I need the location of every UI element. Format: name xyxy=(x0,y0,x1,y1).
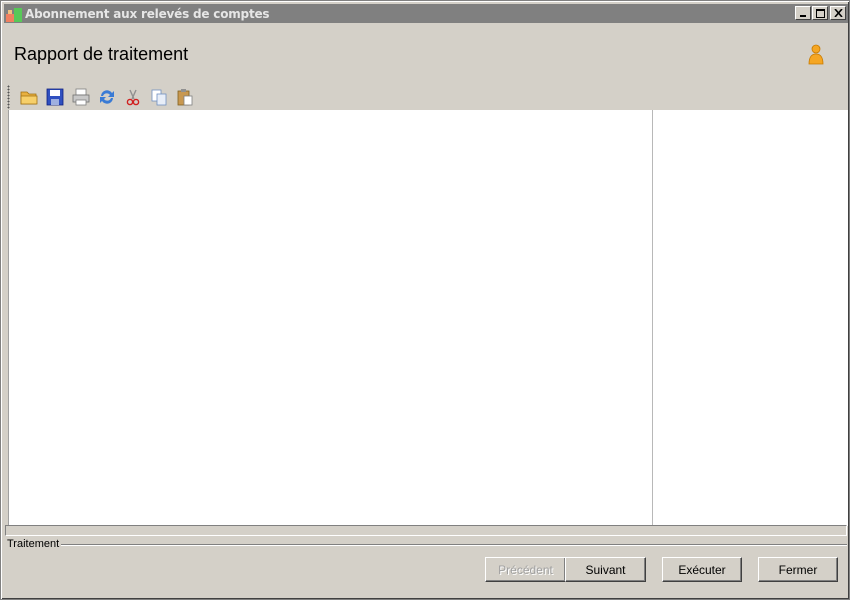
print-button[interactable] xyxy=(68,85,94,109)
minimize-button[interactable] xyxy=(795,6,811,20)
toolbar xyxy=(7,84,207,110)
window-controls xyxy=(794,6,846,20)
copy-icon xyxy=(151,89,167,106)
app-icon xyxy=(6,6,22,22)
user-icon xyxy=(808,44,824,65)
page-title: Rapport de traitement xyxy=(14,44,189,64)
save-button[interactable] xyxy=(42,85,68,109)
printer-icon xyxy=(72,88,90,106)
window-title: Abonnement aux relevés de comptes xyxy=(25,6,270,21)
close-button[interactable]: Fermer xyxy=(758,557,838,582)
group-divider xyxy=(61,544,847,546)
title-bar[interactable]: Abonnement aux relevés de comptes xyxy=(4,4,848,23)
cut-button[interactable] xyxy=(120,85,146,109)
next-button[interactable]: Suivant xyxy=(565,557,646,582)
close-window-button[interactable] xyxy=(830,6,846,20)
execute-button[interactable]: Exécuter xyxy=(662,557,742,582)
report-side-pane[interactable] xyxy=(653,110,848,526)
floppy-disk-icon xyxy=(46,88,64,106)
previous-button[interactable]: Précédent xyxy=(485,557,566,582)
paste-icon xyxy=(177,89,193,106)
report-content xyxy=(8,110,848,526)
progress-bar xyxy=(5,525,847,536)
folder-open-icon xyxy=(20,91,38,105)
paste-button[interactable] xyxy=(172,85,198,109)
open-button[interactable] xyxy=(16,85,42,109)
group-label: Traitement xyxy=(7,538,62,550)
close-icon xyxy=(833,9,843,17)
refresh-icon xyxy=(100,90,114,104)
report-main-pane[interactable] xyxy=(9,110,652,526)
maximize-icon xyxy=(815,8,825,18)
main-window: Abonnement aux relevés de comptes Rappor… xyxy=(0,0,850,600)
refresh-button[interactable] xyxy=(94,85,120,109)
scissors-icon xyxy=(126,89,140,106)
copy-button[interactable] xyxy=(146,85,172,109)
toolbar-grip[interactable] xyxy=(7,85,10,109)
maximize-button[interactable] xyxy=(812,6,828,20)
minimize-icon xyxy=(800,15,806,17)
